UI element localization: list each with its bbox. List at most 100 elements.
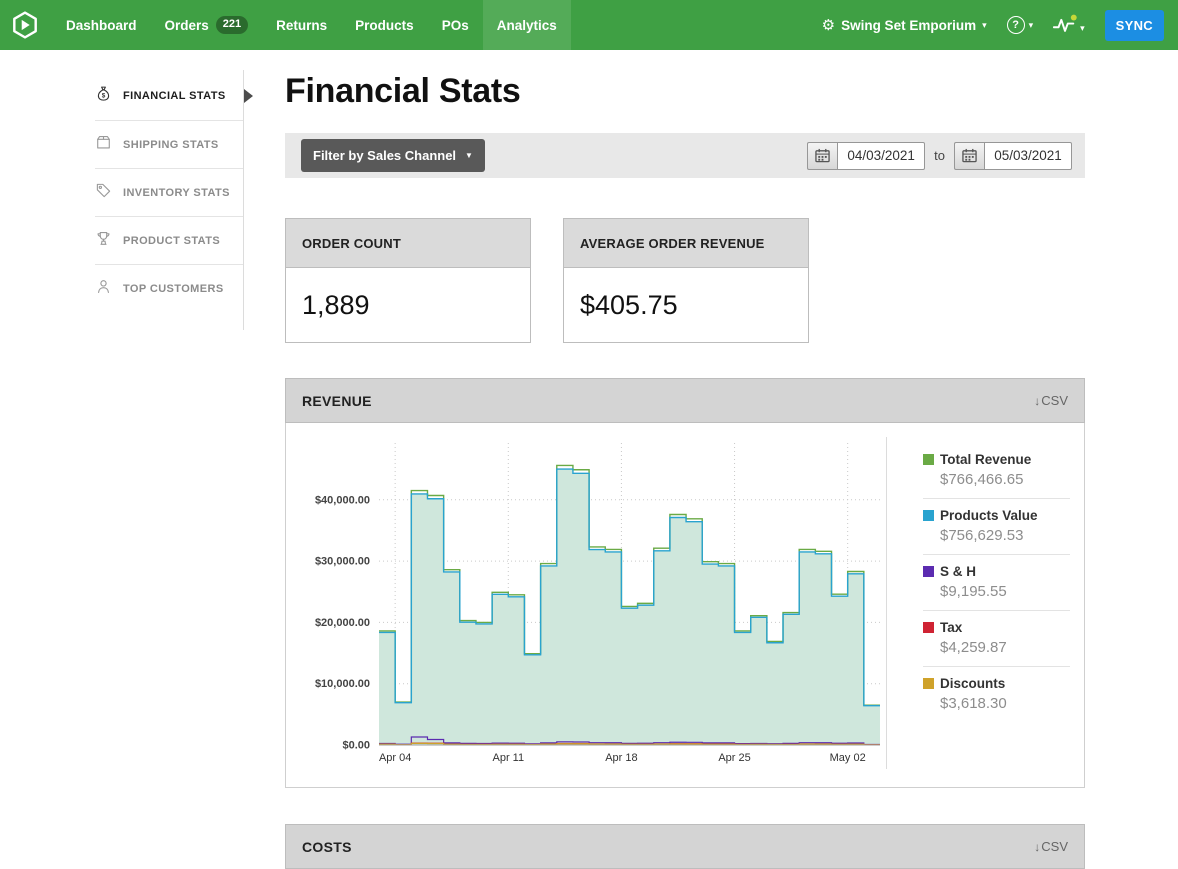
calendar-button[interactable] bbox=[954, 142, 984, 170]
sales-channel-filter-label: Filter by Sales Channel bbox=[313, 148, 456, 163]
legend-item-s-and-h: S & H $9,195.55 bbox=[923, 555, 1070, 611]
legend-value: $3,618.30 bbox=[940, 695, 1070, 712]
csv-label: CSV bbox=[1041, 839, 1068, 854]
trophy-icon bbox=[95, 230, 112, 252]
filter-bar: Filter by Sales Channel ▼ bbox=[285, 133, 1085, 178]
svg-text:Apr 11: Apr 11 bbox=[492, 752, 524, 764]
package-box-icon bbox=[95, 134, 112, 156]
products-value-swatch bbox=[923, 510, 934, 521]
sidebar-item-label: INVENTORY STATS bbox=[123, 187, 230, 199]
sales-channel-filter-button[interactable]: Filter by Sales Channel ▼ bbox=[301, 139, 485, 172]
legend-item-products-value: Products Value $756,629.53 bbox=[923, 499, 1070, 555]
legend-item-tax: Tax $4,259.87 bbox=[923, 611, 1070, 667]
nav-item-products[interactable]: Products bbox=[341, 0, 428, 50]
nav-item-label: Products bbox=[355, 18, 414, 33]
sidebar-item-product-stats[interactable]: PRODUCT STATS bbox=[95, 216, 243, 264]
nav-item-analytics[interactable]: Analytics bbox=[483, 0, 571, 50]
chevron-down-icon: ▼ bbox=[465, 151, 473, 160]
help-menu[interactable]: ? ▾ bbox=[1007, 16, 1034, 34]
nav-item-orders[interactable]: Orders 221 bbox=[151, 0, 263, 50]
date-range: to bbox=[807, 142, 1072, 170]
legend-label: S & H bbox=[940, 564, 976, 579]
legend-label: Discounts bbox=[940, 676, 1005, 691]
costs-panel: COSTS ↓ CSV bbox=[285, 824, 1085, 869]
date-to-picker bbox=[954, 142, 1072, 170]
chevron-down-icon: ▾ bbox=[1029, 20, 1034, 31]
pulse-icon bbox=[1053, 14, 1077, 34]
nav-item-pos[interactable]: POs bbox=[428, 0, 483, 50]
nav-item-label: Returns bbox=[276, 18, 327, 33]
sidebar-item-label: FINANCIAL STATS bbox=[123, 90, 226, 102]
tag-icon bbox=[95, 182, 112, 204]
tax-swatch bbox=[923, 622, 934, 633]
costs-panel-title: COSTS bbox=[302, 839, 352, 855]
svg-text:$40,000.00: $40,000.00 bbox=[315, 494, 370, 506]
activity-menu[interactable]: ▾ bbox=[1053, 14, 1085, 36]
orders-count-badge: 221 bbox=[216, 16, 248, 33]
legend-label: Tax bbox=[940, 620, 962, 635]
main-content: Financial Stats Filter by Sales Channel … bbox=[244, 50, 1178, 866]
account-menu[interactable]: ⚙ Swing Set Emporium ▾ bbox=[822, 18, 987, 33]
svg-text:$10,000.00: $10,000.00 bbox=[315, 678, 370, 690]
nav-item-label: Dashboard bbox=[66, 18, 137, 33]
revenue-legend: Total Revenue $766,466.65 Products Value… bbox=[886, 437, 1084, 769]
legend-value: $766,466.65 bbox=[940, 471, 1070, 488]
sidebar-item-label: SHIPPING STATS bbox=[123, 139, 219, 151]
legend-value: $9,195.55 bbox=[940, 583, 1070, 600]
hexagon-logo-icon bbox=[10, 10, 40, 40]
legend-item-total-revenue: Total Revenue $766,466.65 bbox=[923, 443, 1070, 499]
sync-button[interactable]: SYNC bbox=[1105, 10, 1164, 41]
download-icon: ↓ bbox=[1034, 394, 1040, 408]
costs-csv-download[interactable]: ↓ CSV bbox=[1034, 839, 1068, 854]
svg-text:$: $ bbox=[102, 92, 106, 99]
primary-nav: Dashboard Orders 221 Returns Products POs… bbox=[52, 0, 571, 50]
legend-value: $756,629.53 bbox=[940, 527, 1070, 544]
account-name: Swing Set Emporium bbox=[841, 18, 976, 33]
nav-item-label: Orders bbox=[165, 18, 209, 33]
legend-label: Products Value bbox=[940, 508, 1038, 523]
svg-text:$30,000.00: $30,000.00 bbox=[315, 556, 370, 568]
legend-label: Total Revenue bbox=[940, 452, 1031, 467]
revenue-panel-header: REVENUE ↓ CSV bbox=[285, 378, 1085, 423]
nav-item-returns[interactable]: Returns bbox=[262, 0, 341, 50]
gear-icon: ⚙ bbox=[822, 18, 835, 33]
nav-item-dashboard[interactable]: Dashboard bbox=[52, 0, 151, 50]
revenue-csv-download[interactable]: ↓ CSV bbox=[1034, 393, 1068, 408]
date-to-input[interactable] bbox=[984, 142, 1072, 170]
sidebar-item-label: PRODUCT STATS bbox=[123, 235, 220, 247]
sidebar-item-label: TOP CUSTOMERS bbox=[123, 283, 224, 295]
csv-label: CSV bbox=[1041, 393, 1068, 408]
discounts-swatch bbox=[923, 678, 934, 689]
stat-card-value: 1,889 bbox=[286, 268, 530, 342]
nav-item-label: POs bbox=[442, 18, 469, 33]
person-icon bbox=[95, 278, 112, 300]
sidebar-item-inventory-stats[interactable]: INVENTORY STATS bbox=[95, 168, 243, 216]
stat-cards: ORDER COUNT 1,889 AVERAGE ORDER REVENUE … bbox=[285, 218, 1178, 343]
calendar-button[interactable] bbox=[807, 142, 837, 170]
svg-text:$0.00: $0.00 bbox=[342, 740, 370, 752]
help-icon: ? bbox=[1007, 16, 1025, 34]
svg-text:Apr 25: Apr 25 bbox=[718, 752, 750, 764]
sidebar-item-shipping-stats[interactable]: SHIPPING STATS bbox=[95, 120, 243, 168]
stat-card-label: AVERAGE ORDER REVENUE bbox=[564, 219, 808, 268]
active-item-marker bbox=[244, 89, 253, 103]
revenue-chart-area: $0.00$10,000.00$20,000.00$30,000.00$40,0… bbox=[286, 433, 886, 773]
revenue-chart: $0.00$10,000.00$20,000.00$30,000.00$40,0… bbox=[286, 433, 886, 773]
nav-item-label: Analytics bbox=[497, 18, 557, 33]
date-from-input[interactable] bbox=[837, 142, 925, 170]
svg-text:Apr 04: Apr 04 bbox=[379, 752, 411, 764]
s-and-h-swatch bbox=[923, 566, 934, 577]
app-logo[interactable] bbox=[10, 0, 40, 50]
money-bag-icon: $ bbox=[95, 85, 112, 107]
chevron-down-icon: ▾ bbox=[1080, 23, 1085, 34]
costs-panel-header: COSTS ↓ CSV bbox=[285, 824, 1085, 869]
sidebar-item-financial-stats[interactable]: $ FINANCIAL STATS bbox=[95, 72, 243, 120]
legend-item-discounts: Discounts $3,618.30 bbox=[923, 667, 1070, 722]
sidebar-item-top-customers[interactable]: TOP CUSTOMERS bbox=[95, 264, 243, 312]
stat-card-value: $405.75 bbox=[564, 268, 808, 342]
average-order-revenue-card: AVERAGE ORDER REVENUE $405.75 bbox=[563, 218, 809, 343]
date-from-picker bbox=[807, 142, 925, 170]
download-icon: ↓ bbox=[1034, 840, 1040, 854]
calendar-icon bbox=[815, 148, 830, 163]
revenue-panel: REVENUE ↓ CSV $0.00$10,000.00$20,000.00$… bbox=[285, 378, 1085, 788]
